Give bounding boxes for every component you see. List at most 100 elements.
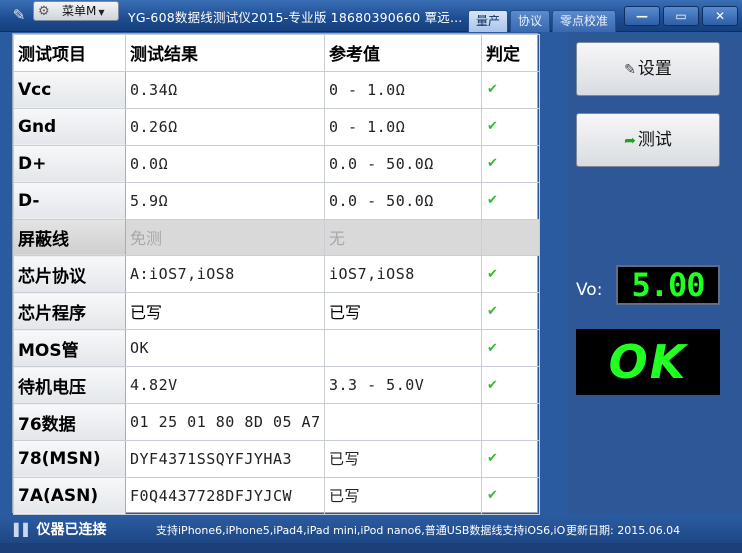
check-icon: ✔: [487, 488, 498, 504]
row-result: 0.34Ω: [125, 70, 325, 109]
row-item: 屏蔽线: [13, 218, 126, 257]
row-reference: 已写: [324, 439, 482, 478]
table-header-row: 测试项目 测试结果 参考值 判定: [13, 34, 540, 72]
row-result: 0.26Ω: [125, 107, 325, 146]
check-icon: ✔: [487, 377, 498, 393]
menu-button[interactable]: ⚙ 菜单M ▼: [33, 1, 119, 21]
tab-bar: 量产 协议 零点校准: [468, 10, 617, 32]
check-icon: ✔: [487, 340, 498, 356]
row-verdict: ✔: [481, 329, 540, 368]
row-reference: 无: [324, 218, 482, 257]
row-result: 已写: [125, 292, 325, 331]
check-icon: ✔: [487, 156, 498, 172]
row-item: D-: [13, 181, 126, 220]
row-result: F0Q4437728DFJYJCW: [125, 476, 325, 515]
maximize-button[interactable]: ▭: [663, 6, 699, 26]
check-icon: ✔: [487, 119, 498, 135]
tab-production[interactable]: 量产: [468, 10, 509, 32]
row-result: OK: [125, 329, 325, 368]
edit-icon: ✎: [624, 62, 636, 78]
menu-label: 菜单M: [62, 4, 97, 18]
row-result: 01 25 01 80 8D 05 A7: [125, 403, 325, 441]
check-icon: ✔: [487, 82, 498, 98]
row-verdict: ✔: [481, 107, 540, 146]
row-item: Vcc: [13, 70, 126, 109]
right-panel: ✎ 设置 ➦ 测试 Vo: 5.00 OK: [568, 33, 742, 513]
header-verdict: 判定: [481, 34, 540, 72]
table-row: 屏蔽线 免测无: [13, 218, 540, 257]
row-reference: iOS7,iOS8: [324, 255, 482, 294]
row-reference: [324, 329, 482, 368]
row-verdict: ✔: [481, 255, 540, 294]
tab-zero-calibration[interactable]: 零点校准: [552, 10, 617, 32]
gear-icon: ⚙: [38, 4, 50, 19]
window-controls: — ▭ ✕: [624, 6, 738, 26]
row-reference: 已写: [324, 476, 482, 515]
window-bottom-edge: [0, 543, 742, 553]
check-icon: ✔: [487, 451, 498, 467]
tab-protocol[interactable]: 协议: [510, 10, 551, 32]
arrow-right-icon: ➦: [624, 133, 636, 149]
row-verdict: [481, 403, 540, 441]
row-result: DYF4371SSQYFJYHA3: [125, 439, 325, 478]
connection-status: ▌▌ 仪器已连接: [14, 518, 106, 543]
header-reference: 参考值: [324, 34, 482, 72]
window-title: YG-608数据线测试仪2015-专业版 18680390660 覃远...: [128, 10, 463, 25]
vo-label: Vo:: [576, 280, 603, 300]
chevron-down-icon: ▼: [98, 8, 105, 17]
table-row: 7A(ASN) F0Q4437728DFJYJCW 已写 ✔: [13, 476, 540, 515]
table-row: 76数据 01 25 01 80 8D 05 A7: [13, 403, 540, 441]
row-verdict: ✔: [481, 476, 540, 515]
row-item: 78(MSN): [13, 439, 126, 478]
row-result: 0.0Ω: [125, 144, 325, 183]
test-button[interactable]: ➦ 测试: [576, 113, 720, 167]
connection-label: 仪器已连接: [36, 522, 107, 538]
row-result: 5.9Ω: [125, 181, 325, 220]
table-row: MOS管 OK ✔: [13, 329, 540, 368]
close-button[interactable]: ✕: [702, 6, 738, 26]
row-result: 免测: [125, 218, 325, 257]
settings-label: 设置: [637, 59, 672, 79]
results-table: 测试项目 测试结果 参考值 判定 Vcc 0.34Ω 0 - 1.0Ω ✔ Gnd 0.2…: [12, 33, 540, 515]
check-icon: ✔: [487, 303, 498, 319]
row-reference: 0 - 1.0Ω: [324, 70, 482, 109]
row-item: 芯片程序: [13, 292, 126, 331]
test-label: 测试: [637, 130, 672, 150]
row-item: Gnd: [13, 107, 126, 146]
table-row: D+ 0.0Ω 0.0 - 50.0Ω ✔: [13, 144, 540, 183]
table-row: Gnd 0.26Ω 0 - 1.0Ω ✔: [13, 107, 540, 146]
title-bar: ✎ ⚙ 菜单M ▼ YG-608数据线测试仪2015-专业版 18680390660…: [0, 0, 742, 32]
check-icon: ✔: [487, 266, 498, 282]
row-item: 芯片协议: [13, 255, 126, 294]
row-verdict: ✔: [481, 181, 540, 220]
signal-icon: ▌▌: [14, 523, 33, 537]
table-row: D- 5.9Ω 0.0 - 50.0Ω ✔: [13, 181, 540, 220]
row-reference: 已写: [324, 292, 482, 331]
header-result: 测试结果: [125, 34, 325, 72]
row-item: 待机电压: [13, 366, 126, 405]
row-verdict: ✔: [481, 366, 540, 405]
row-reference: [324, 403, 482, 441]
row-verdict: ✔: [481, 70, 540, 109]
status-message: 支持iPhone6,iPhone5,iPad4,iPad mini,iPod n…: [156, 524, 566, 537]
table-row: 待机电压 4.82V 3.3 - 5.0V ✔: [13, 366, 540, 405]
row-reference: 3.3 - 5.0V: [324, 366, 482, 405]
header-item: 测试项目: [13, 34, 126, 72]
row-verdict: ✔: [481, 439, 540, 478]
row-verdict: [481, 218, 540, 257]
table-row: 78(MSN) DYF4371SSQYFJYHA3 已写 ✔: [13, 439, 540, 478]
app-icon: ✎: [12, 6, 26, 24]
table-row: Vcc 0.34Ω 0 - 1.0Ω ✔: [13, 70, 540, 109]
row-item: 76数据: [13, 403, 126, 441]
minimize-button[interactable]: —: [624, 6, 660, 26]
row-reference: 0.0 - 50.0Ω: [324, 181, 482, 220]
row-reference: 0 - 1.0Ω: [324, 107, 482, 146]
settings-button[interactable]: ✎ 设置: [576, 42, 720, 96]
vo-display: 5.00: [616, 265, 720, 305]
row-result: A:iOS7,iOS8: [125, 255, 325, 294]
row-item: 7A(ASN): [13, 476, 126, 515]
row-item: D+: [13, 144, 126, 183]
table-row: 芯片协议 A:iOS7,iOS8 iOS7,iOS8 ✔: [13, 255, 540, 294]
row-result: 4.82V: [125, 366, 325, 405]
row-reference: 0.0 - 50.0Ω: [324, 144, 482, 183]
